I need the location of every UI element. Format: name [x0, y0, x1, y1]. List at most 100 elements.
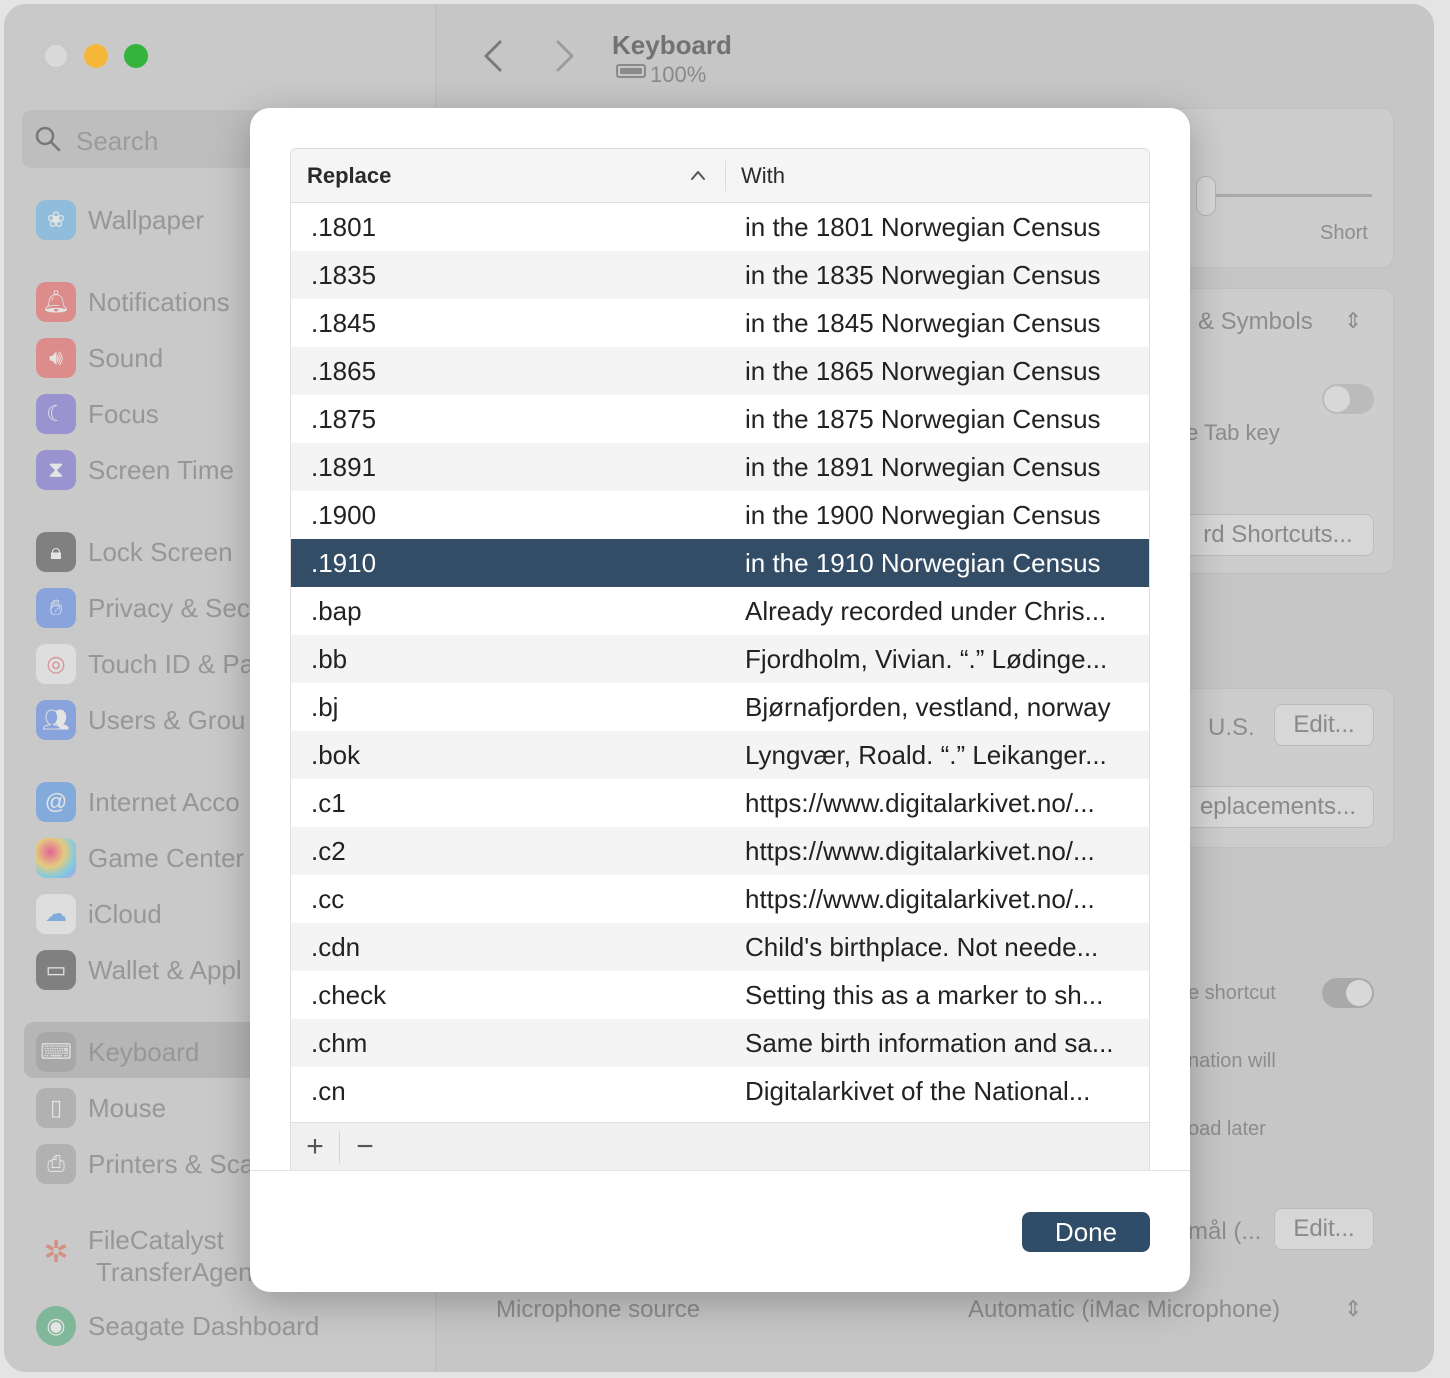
printer-icon: ⎙	[36, 1144, 76, 1184]
dictation-toggle[interactable]	[1322, 978, 1374, 1008]
replace-cell[interactable]: .chm	[311, 1028, 367, 1059]
replace-cell[interactable]: .1835	[311, 260, 376, 291]
with-cell[interactable]: in the 1910 Norwegian Census	[745, 548, 1137, 579]
with-cell[interactable]: in the 1835 Norwegian Census	[745, 260, 1137, 291]
replace-cell[interactable]: .c1	[311, 788, 346, 819]
replace-cell[interactable]: .1865	[311, 356, 376, 387]
column-header-replace[interactable]: Replace	[307, 163, 391, 189]
with-cell[interactable]: in the 1865 Norwegian Census	[745, 356, 1137, 387]
table-row[interactable]: .c1 https://www.digitalarkivet.no/...	[291, 779, 1149, 827]
replace-cell[interactable]: .bb	[311, 644, 347, 675]
sidebar-item-notifications[interactable]: 🔔︎ Notifications	[36, 280, 230, 324]
remove-replacement-button[interactable]: −	[341, 1129, 389, 1165]
table-row[interactable]: .cn Digitalarkivet of the National...	[291, 1067, 1149, 1115]
table-row[interactable]: .1835 in the 1835 Norwegian Census	[291, 251, 1149, 299]
with-cell[interactable]: Bjørnafjorden, vestland, norway	[745, 692, 1137, 723]
table-row[interactable]: .check Setting this as a marker to sh...	[291, 971, 1149, 1019]
table-row[interactable]: .1875 in the 1875 Norwegian Census	[291, 395, 1149, 443]
sort-ascending-icon[interactable]	[689, 169, 707, 181]
replace-cell[interactable]: .cn	[311, 1076, 346, 1107]
updown-chevron-icon[interactable]: ⇕	[1344, 308, 1362, 334]
table-row[interactable]: .1801 in the 1801 Norwegian Census	[291, 203, 1149, 251]
zoom-window-button[interactable]	[124, 44, 148, 68]
with-cell[interactable]: Fjordholm, Vivian. “.” Lødinge...	[745, 644, 1137, 675]
column-divider[interactable]	[725, 161, 726, 191]
with-cell[interactable]: Child's birthplace. Not neede...	[745, 932, 1137, 963]
table-row[interactable]: .1865 in the 1865 Norwegian Census	[291, 347, 1149, 395]
table-row[interactable]: .bb Fjordholm, Vivian. “.” Lødinge...	[291, 635, 1149, 683]
table-row[interactable]: .1845 in the 1845 Norwegian Census	[291, 299, 1149, 347]
table-row[interactable]: .c2 https://www.digitalarkivet.no/...	[291, 827, 1149, 875]
replace-cell[interactable]: .1801	[311, 212, 376, 243]
replace-cell[interactable]: .1891	[311, 452, 376, 483]
table-row[interactable]: .cdn Child's birthplace. Not neede...	[291, 923, 1149, 971]
sidebar-item-sound[interactable]: 🔊︎ Sound	[36, 336, 163, 380]
table-row[interactable]: .chm Same birth information and sa...	[291, 1019, 1149, 1067]
delay-slider-track[interactable]	[1202, 194, 1372, 197]
column-header-with[interactable]: With	[741, 163, 785, 189]
with-cell[interactable]: Already recorded under Chris...	[745, 596, 1137, 627]
sidebar-item-internet-accounts[interactable]: @ Internet Acco	[36, 780, 240, 824]
sidebar-item-keyboard[interactable]: ⌨ Keyboard	[36, 1030, 199, 1074]
edit-input-sources-button[interactable]: Edit...	[1274, 704, 1374, 746]
replace-cell[interactable]: .1900	[311, 500, 376, 531]
sidebar-item-filecatalyst[interactable]: ✲ FileCatalyst TransferAgen	[36, 1224, 252, 1288]
done-button[interactable]: Done	[1022, 1212, 1150, 1252]
edit-languages-button[interactable]: Edit...	[1274, 1208, 1374, 1250]
with-cell[interactable]: Lyngvær, Roald. “.” Leikanger...	[745, 740, 1137, 771]
keyboard-shortcuts-button[interactable]: rd Shortcuts...	[1182, 514, 1374, 556]
table-row[interactable]: .1900 in the 1900 Norwegian Census	[291, 491, 1149, 539]
sidebar-item-privacy[interactable]: ✋︎ Privacy & Sec	[36, 586, 250, 630]
sidebar-item-game-center[interactable]: Game Center	[36, 836, 244, 880]
text-replacements-button[interactable]: eplacements...	[1182, 786, 1374, 828]
replace-cell[interactable]: .c2	[311, 836, 346, 867]
close-window-button[interactable]	[44, 44, 68, 68]
game-center-icon	[36, 838, 76, 878]
sidebar-item-wallet[interactable]: ▭ Wallet & Appl	[36, 948, 242, 992]
with-cell[interactable]: Same birth information and sa...	[745, 1028, 1137, 1059]
chevron-right-icon[interactable]	[550, 36, 580, 76]
with-cell[interactable]: in the 1891 Norwegian Census	[745, 452, 1137, 483]
with-cell[interactable]: in the 1845 Norwegian Census	[745, 308, 1137, 339]
sidebar-item-icloud[interactable]: ☁ iCloud	[36, 892, 162, 936]
with-cell[interactable]: Setting this as a marker to sh...	[745, 980, 1137, 1011]
with-cell[interactable]: in the 1801 Norwegian Census	[745, 212, 1137, 243]
replace-cell[interactable]: .1875	[311, 404, 376, 435]
with-cell[interactable]: Digitalarkivet of the National...	[745, 1076, 1137, 1107]
table-row[interactable]: .bap Already recorded under Chris...	[291, 587, 1149, 635]
replace-cell[interactable]: .1910	[311, 548, 376, 579]
delay-slider-thumb[interactable]	[1196, 176, 1216, 216]
chevron-left-icon[interactable]	[478, 36, 508, 76]
sidebar-item-seagate[interactable]: ◉ Seagate Dashboard	[36, 1304, 319, 1348]
with-cell[interactable]: https://www.digitalarkivet.no/...	[745, 788, 1137, 819]
with-cell[interactable]: https://www.digitalarkivet.no/...	[745, 884, 1137, 915]
sidebar-item-screen-time[interactable]: ⧗ Screen Time	[36, 448, 234, 492]
replace-cell[interactable]: .bap	[311, 596, 362, 627]
sidebar-item-wallpaper[interactable]: ❀ Wallpaper	[36, 198, 204, 242]
table-row[interactable]: .1910 in the 1910 Norwegian Census	[291, 539, 1149, 587]
sidebar-item-focus[interactable]: ☾ Focus	[36, 392, 159, 436]
microphone-source-value[interactable]: Automatic (iMac Microphone)	[968, 1296, 1280, 1324]
replace-cell[interactable]: .cc	[311, 884, 344, 915]
updown-chevron-icon[interactable]: ⇕	[1344, 1296, 1362, 1322]
table-row[interactable]: .1891 in the 1891 Norwegian Census	[291, 443, 1149, 491]
sidebar-item-mouse[interactable]: ▯ Mouse	[36, 1086, 166, 1130]
with-cell[interactable]: in the 1875 Norwegian Census	[745, 404, 1137, 435]
table-row[interactable]: .bj Bjørnafjorden, vestland, norway	[291, 683, 1149, 731]
sidebar-item-users[interactable]: 👥︎ Users & Grou	[36, 698, 246, 742]
minimize-window-button[interactable]	[84, 44, 108, 68]
table-row[interactable]: .bok Lyngvær, Roald. “.” Leikanger...	[291, 731, 1149, 779]
replace-cell[interactable]: .check	[311, 980, 386, 1011]
tab-key-toggle[interactable]	[1322, 384, 1374, 414]
replace-cell[interactable]: .1845	[311, 308, 376, 339]
table-row[interactable]: .cc https://www.digitalarkivet.no/...	[291, 875, 1149, 923]
replace-cell[interactable]: .bok	[311, 740, 360, 771]
sidebar-item-touch-id[interactable]: ◎ Touch ID & Pa	[36, 642, 254, 686]
replace-cell[interactable]: .cdn	[311, 932, 360, 963]
with-cell[interactable]: in the 1900 Norwegian Census	[745, 500, 1137, 531]
with-cell[interactable]: https://www.digitalarkivet.no/...	[745, 836, 1137, 867]
replace-cell[interactable]: .bj	[311, 692, 338, 723]
sidebar-item-printers[interactable]: ⎙ Printers & Sca	[36, 1142, 254, 1186]
sidebar-item-lock-screen[interactable]: 🔒︎ Lock Screen	[36, 530, 233, 574]
add-replacement-button[interactable]: +	[291, 1129, 339, 1165]
